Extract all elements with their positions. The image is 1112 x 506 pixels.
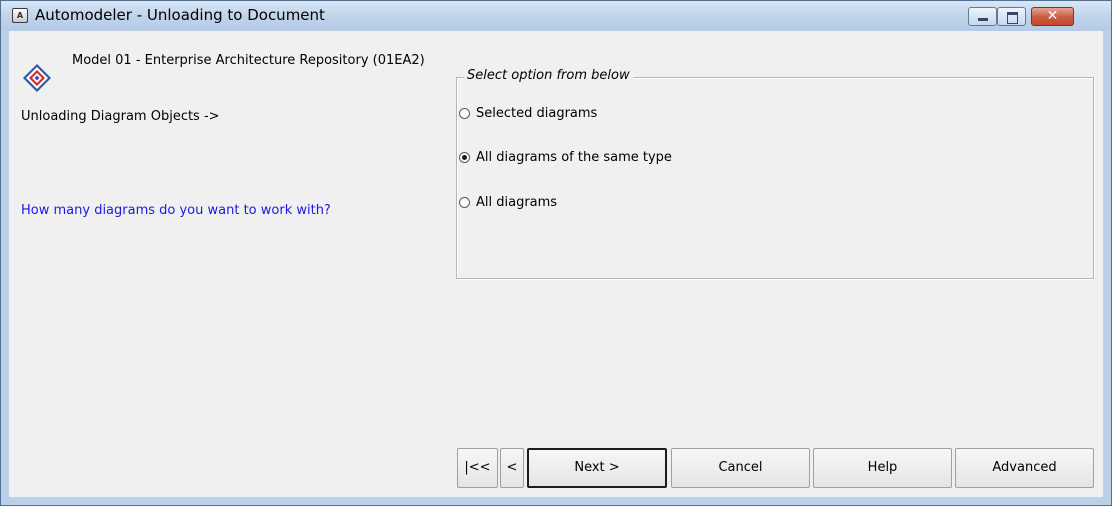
model-name: Model 01 - Enterprise Architecture Repos… [72,53,425,68]
close-icon: ✕ [1046,8,1059,24]
minimize-icon [978,18,988,21]
maximize-icon [1007,12,1018,24]
dialog-window: A Automodeler - Unloading to Document ✕ … [0,0,1112,506]
minimize-button[interactable] [968,7,997,26]
step-label: Unloading Diagram Objects -> [21,109,220,124]
maximize-button[interactable] [997,7,1026,26]
logo-icon [23,64,51,92]
prompt-question: How many diagrams do you want to work wi… [21,203,331,218]
radio-button[interactable] [459,197,470,208]
radio-selected-dot [462,155,467,160]
radio-button[interactable] [459,152,470,163]
option-label: Selected diagrams [476,106,598,121]
window-title: Automodeler - Unloading to Document [35,6,325,24]
option-label: All diagrams of the same type [476,150,672,165]
groupbox-title: Select option from below [464,68,633,83]
dialog-body: Model 01 - Enterprise Architecture Repos… [9,31,1103,497]
advanced-button[interactable]: Advanced [955,448,1094,488]
app-icon[interactable]: A [12,8,28,23]
radio-button[interactable] [459,108,470,119]
close-button[interactable]: ✕ [1031,7,1074,26]
first-step-button[interactable]: |<< [457,448,498,488]
back-button[interactable]: < [500,448,524,488]
option-label: All diagrams [476,195,558,210]
help-button[interactable]: Help [813,448,952,488]
cancel-button[interactable]: Cancel [671,448,810,488]
next-button[interactable]: Next > [527,448,667,488]
title-bar[interactable]: A Automodeler - Unloading to Document ✕ [1,1,1111,31]
